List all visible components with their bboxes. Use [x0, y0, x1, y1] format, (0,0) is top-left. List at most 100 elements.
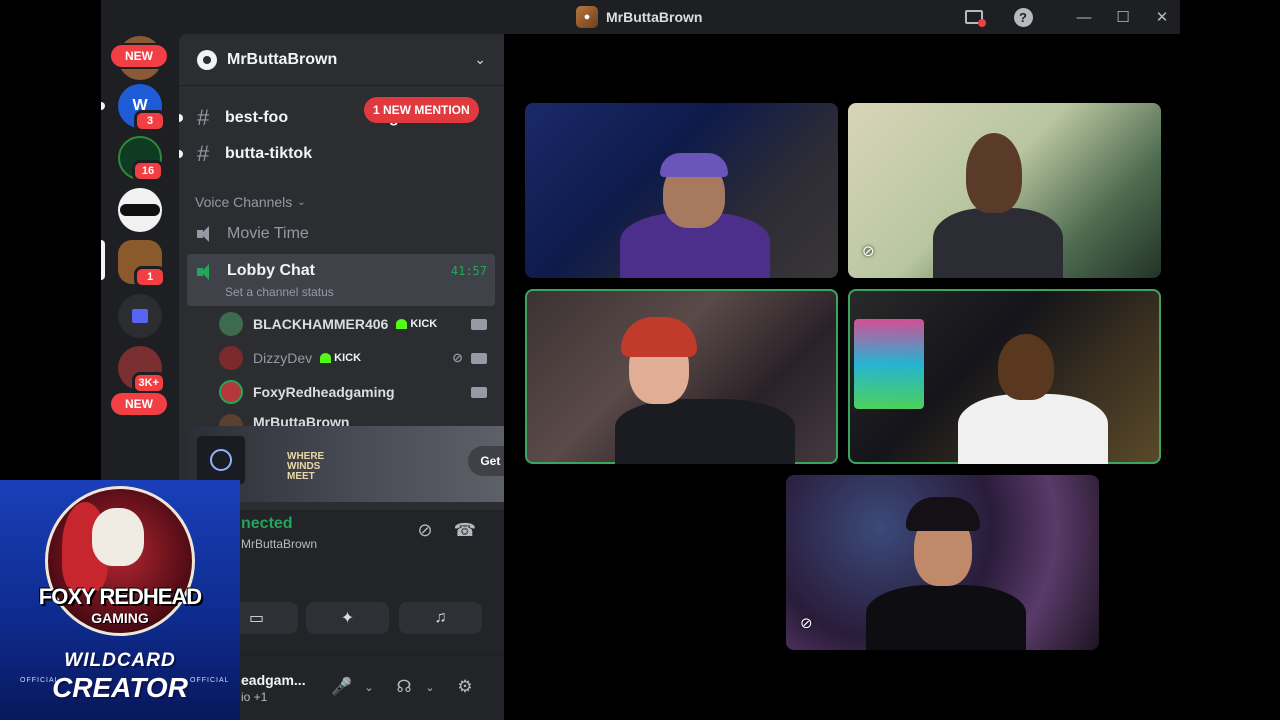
user-name: DizzyDev [253, 350, 313, 366]
mention-count: 1 [134, 266, 166, 288]
voice-channel-lobby-chat[interactable]: Lobby Chat 41:57 Set a channel status [187, 254, 495, 306]
settings-gear-icon[interactable]: ⚙ [454, 676, 476, 698]
voice-channel-movie-time[interactable]: Movie Time [187, 220, 495, 248]
kick-label: KICK [334, 352, 362, 364]
chevron-down-icon: ⌄ [297, 196, 306, 208]
mic-muted-icon: ⊘ [452, 350, 463, 365]
rgb-pc [854, 319, 924, 409]
video-tile[interactable]: ⊘ [848, 103, 1161, 278]
maximize-button[interactable]: ☐ [1112, 6, 1134, 28]
kick-icon [396, 319, 408, 329]
get-reward-button[interactable]: Get Reward! [468, 446, 504, 476]
chevron-down-icon[interactable]: ⌄ [419, 676, 441, 698]
current-user-name[interactable]: eadgam... [241, 672, 306, 688]
video-tile[interactable] [525, 103, 838, 278]
user-name: FoxyRedheadgaming [253, 384, 395, 400]
guild-settings-icon [197, 49, 217, 70]
wildcard-logo: WILDCARD [64, 650, 176, 671]
video-tile-speaking[interactable] [525, 289, 838, 464]
guild-header[interactable]: MrButtaBrown ⌄ [179, 34, 504, 86]
selected-indicator [101, 240, 105, 280]
channel-label: best-foo [225, 109, 289, 126]
channel-status[interactable]: Set a channel status [225, 285, 334, 299]
participant-head [998, 334, 1054, 400]
unread-indicator [101, 102, 105, 110]
chevron-down-icon: ⌄ [474, 51, 486, 67]
avatar [219, 414, 243, 426]
channel-label: Movie Time [227, 225, 309, 242]
hash-icon: # [197, 105, 210, 130]
new-mention-pill[interactable]: 1 NEW MENTION [364, 97, 479, 123]
server-item-current[interactable]: 1 [118, 240, 166, 288]
promo-brand: WHERE WINDS MEET [287, 451, 325, 482]
soundboard-button[interactable]: ♫ [399, 602, 482, 634]
server-item-2[interactable]: 16 [118, 136, 164, 182]
avatar [219, 346, 243, 370]
folder-item[interactable] [118, 294, 162, 338]
window-title-text: MrButtaBrown [606, 9, 703, 25]
window-title: ● MrButtaBrown [576, 6, 702, 28]
soundboard-icon: ♫ [434, 609, 447, 626]
voice-user[interactable]: FoxyRedheadgaming [219, 376, 495, 408]
connection-server[interactable]: MrButtaBrown [241, 537, 317, 551]
speaker-icon [197, 226, 217, 242]
video-tile[interactable]: ⊘ [786, 475, 1099, 650]
camera-icon [471, 352, 487, 364]
channel-label: Lobby Chat [227, 262, 315, 279]
disconnect-icon[interactable]: ☎ [453, 518, 477, 542]
microphone-icon[interactable]: 🎤 [331, 676, 353, 698]
participant-body [866, 585, 1026, 650]
participant-body [933, 208, 1063, 278]
activities-icon: ✦ [340, 610, 355, 627]
overlay-subtitle: GAMING [91, 610, 149, 626]
new-badge-bottom[interactable]: NEW [109, 391, 169, 417]
official-label-right: OFFICIAL [190, 677, 230, 684]
unread-dot [179, 114, 183, 122]
help-button[interactable]: ? [1012, 6, 1034, 28]
mic-muted-icon: ⊘ [800, 615, 813, 632]
screen-icon [965, 10, 986, 27]
avatar [219, 312, 243, 336]
channel-butta-tiktok[interactable]: # butta-tiktok [179, 137, 495, 171]
activities-button[interactable]: ✦ [306, 602, 389, 634]
minimize-button[interactable]: — [1073, 6, 1095, 28]
hash-icon: # [197, 141, 210, 166]
voice-user[interactable]: MrButtaBrown [219, 410, 495, 426]
mention-count: 3 [134, 110, 166, 132]
server-item-3[interactable] [118, 188, 162, 232]
server-icon: ● [576, 6, 598, 28]
participant-body [958, 394, 1108, 464]
chevron-down-icon[interactable]: ⌄ [358, 676, 380, 698]
game-logo-icon [197, 436, 245, 484]
kick-badge: KICK [320, 352, 361, 364]
headset [660, 153, 728, 177]
kick-label: KICK [410, 318, 438, 330]
streamer-overlay: FOXY REDHEAD GAMING WILDCARD CREATOR OFF… [0, 480, 240, 720]
help-icon: ? [1013, 7, 1033, 27]
voice-category-header[interactable]: Voice Channels ⌄ [195, 194, 306, 210]
headphones-icon[interactable]: ☊ [393, 676, 415, 698]
voice-user[interactable]: DizzyDev KICK ⊘ [219, 342, 495, 374]
video-tile-speaking[interactable] [848, 289, 1161, 464]
noise-suppression-icon[interactable]: ⊘ [413, 518, 437, 542]
overlay-title: FOXY REDHEAD [38, 584, 202, 609]
screen-share-button[interactable] [963, 6, 986, 28]
user-name: MrButtaBrown [253, 414, 350, 426]
connection-status[interactable]: nected [241, 515, 293, 533]
camera-icon [471, 318, 487, 330]
camera-icon [471, 386, 487, 398]
kick-icon [320, 353, 332, 363]
channel-hidden[interactable] [187, 83, 495, 91]
new-badge-top[interactable]: NEW [109, 43, 169, 69]
mention-count: 16 [132, 160, 164, 182]
channel-label: butta-tiktok [225, 145, 313, 162]
server-item-1[interactable]: W 3 [118, 84, 166, 132]
participant-body [615, 399, 795, 464]
voice-user[interactable]: BLACKHAMMER406 KICK [219, 308, 495, 340]
discord-window: ● MrButtaBrown ? — ☐ ✕ NEW W 3 16 1 3K+ … [101, 0, 1180, 720]
server-item-6[interactable]: 3K+ [118, 346, 166, 394]
close-button[interactable]: ✕ [1151, 6, 1173, 28]
current-user-status: io +1 [241, 690, 268, 704]
folder-icon [132, 309, 148, 323]
participant-head [966, 133, 1022, 213]
